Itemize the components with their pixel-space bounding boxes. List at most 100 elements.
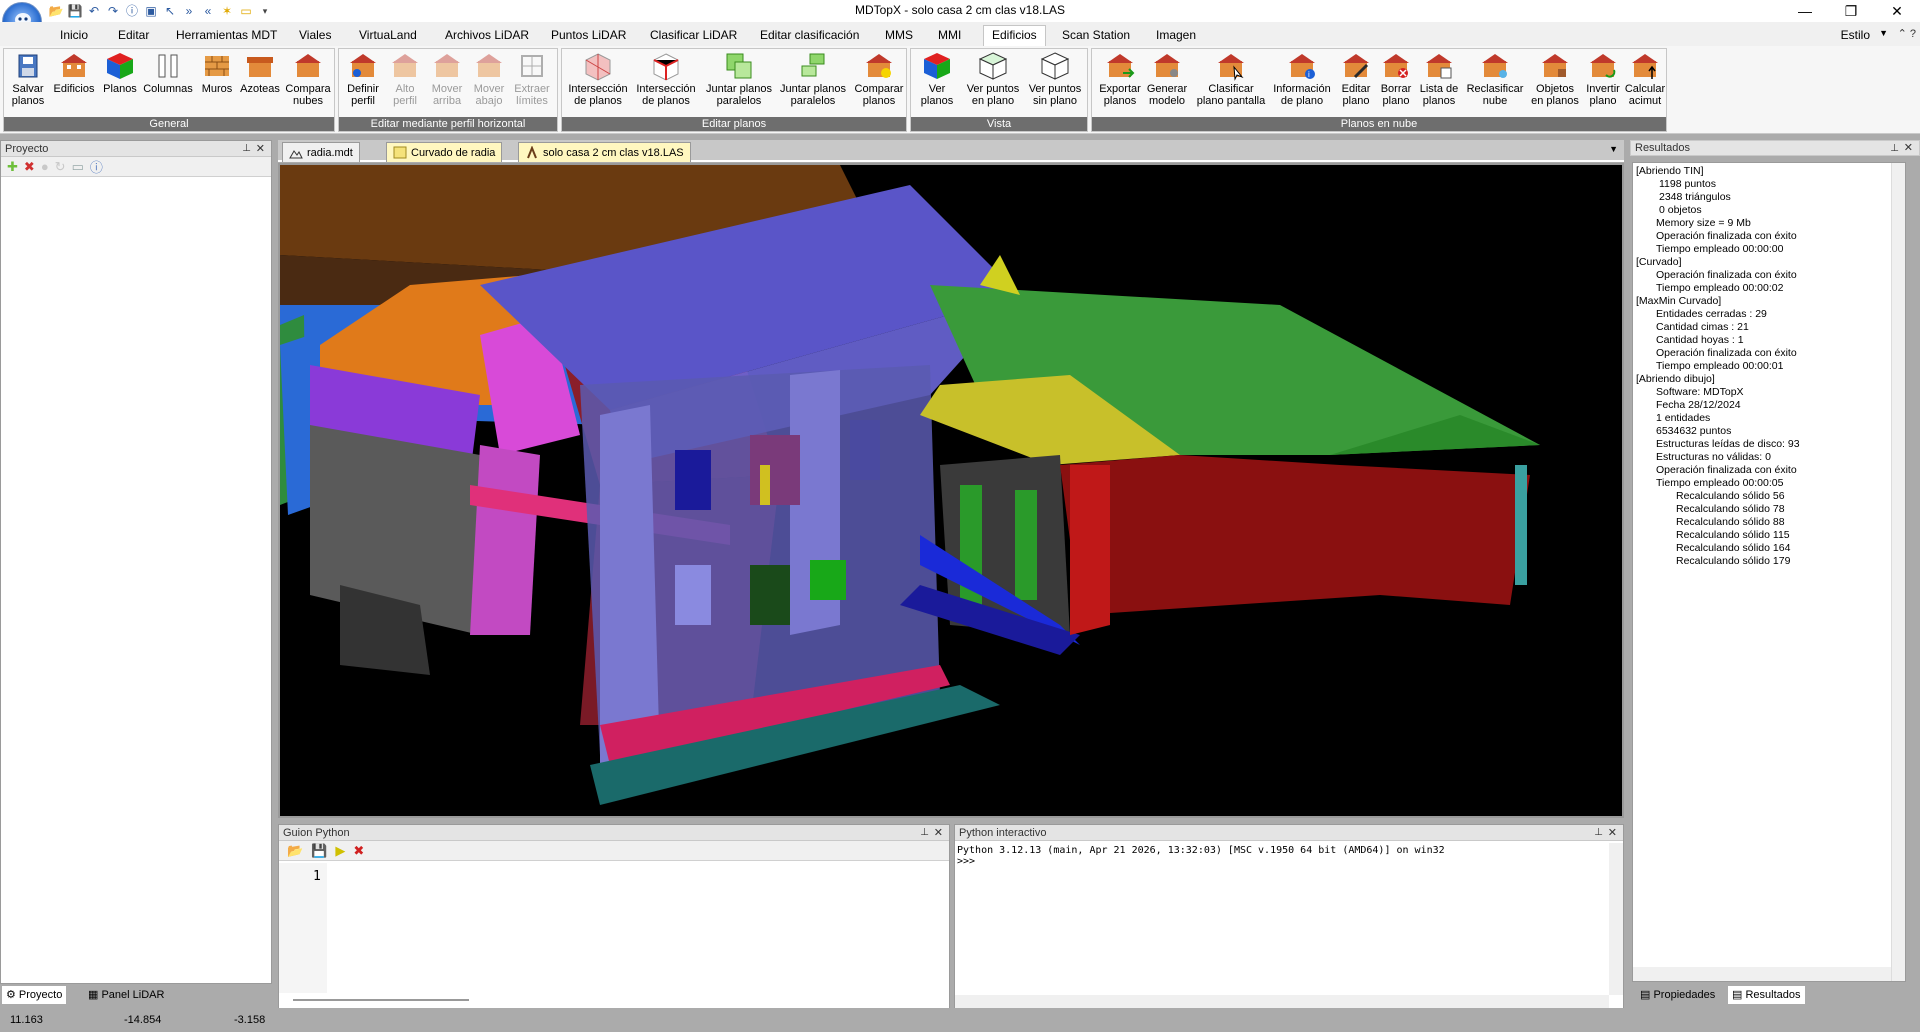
open-folder-icon[interactable]: 📂 <box>287 843 303 859</box>
horizontal-scrollbar[interactable] <box>1633 967 1891 981</box>
close-icon[interactable]: ✕ <box>1608 825 1617 841</box>
minimize-button[interactable]: — <box>1782 0 1828 22</box>
save-icon[interactable]: 💾 <box>311 843 327 859</box>
redo-icon[interactable]: ↷ <box>105 3 121 19</box>
open-icon[interactable]: 📂 <box>48 3 64 19</box>
lightbulb-icon[interactable]: ● <box>41 159 49 174</box>
run-icon[interactable]: ▶ <box>335 843 345 859</box>
camera-icon[interactable]: ▣ <box>143 3 159 19</box>
building-model-render <box>280 165 1622 816</box>
results-log[interactable]: [Abriendo TIN] 1198 puntos 2348 triángulos… <box>1632 162 1906 982</box>
reclasificar-nube-button[interactable]: Reclasificar nube <box>1462 51 1528 107</box>
definir-perfil-button[interactable]: Definir perfil <box>343 51 383 107</box>
tab-editar[interactable]: Editar <box>110 26 157 46</box>
columnas-button[interactable]: Columnas <box>142 51 194 95</box>
remove-icon[interactable]: ✖ <box>24 159 35 175</box>
salvar-planos-button[interactable]: Salvar planos <box>10 51 46 107</box>
python-console-output[interactable]: Python 3.12.13 (main, Apr 21 2026, 13:32… <box>957 845 1445 867</box>
close-icon[interactable]: ✕ <box>934 825 943 841</box>
tab-scan-station[interactable]: Scan Station <box>1054 26 1138 46</box>
alto-perfil-button[interactable]: Alto perfil <box>385 51 425 107</box>
add-icon[interactable]: ✚ <box>7 159 18 175</box>
mover-arriba-button[interactable]: Mover arriba <box>427 51 467 107</box>
invertir-plano-button[interactable]: Invertir plano <box>1582 51 1624 107</box>
maximize-button[interactable]: ❐ <box>1828 0 1874 22</box>
editar-plano-button[interactable]: Editar plano <box>1336 51 1376 107</box>
juntar-planos-paralelos-button-1[interactable]: Juntar planos paralelos <box>702 51 776 107</box>
juntar-planos-paralelos-button-2[interactable]: Juntar planos paralelos <box>776 51 850 107</box>
back-icon[interactable]: « <box>200 3 216 19</box>
close-icon[interactable]: ✕ <box>256 141 265 157</box>
tab-puntos-lidar[interactable]: Puntos LiDAR <box>543 26 634 46</box>
stop-icon[interactable]: ✖ <box>353 843 364 859</box>
pointer-icon[interactable]: ↖ <box>162 3 178 19</box>
borrar-plano-button[interactable]: Borrar plano <box>1376 51 1416 107</box>
ver-puntos-en-plano-button[interactable]: Ver puntos en plano <box>963 51 1023 107</box>
tab-edificios[interactable]: Edificios <box>983 25 1046 46</box>
3d-viewport[interactable] <box>278 163 1624 818</box>
tab-list-chevron-icon[interactable]: ▼ <box>1609 144 1618 154</box>
mover-abajo-button[interactable]: Mover abajo <box>469 51 509 107</box>
help-icon[interactable]: ⌃ ? <box>1898 27 1916 40</box>
pin-icon[interactable]: ⊥ <box>1890 141 1899 156</box>
generar-modelo-button[interactable]: Generar modelo <box>1144 51 1190 107</box>
ver-puntos-sin-plano-button[interactable]: Ver puntos sin plano <box>1025 51 1085 107</box>
undo-icon[interactable]: ↶ <box>86 3 102 19</box>
edificios-button[interactable]: Edificios <box>52 51 96 95</box>
tab-propiedades[interactable]: ▤ Propiedades <box>1636 986 1719 1004</box>
vertical-scrollbar[interactable] <box>1891 163 1905 981</box>
tab-proyecto[interactable]: ⚙ Proyecto <box>2 986 67 1004</box>
clasificar-plano-pantalla-button[interactable]: Clasificar plano pantalla <box>1190 51 1272 107</box>
close-button[interactable]: ✕ <box>1874 0 1920 22</box>
horizontal-scrollbar[interactable] <box>955 995 1609 1009</box>
tab-viales[interactable]: Viales <box>291 26 339 46</box>
python-interactive-panel[interactable]: Python interactivo ⊥ ✕ Python 3.12.13 (m… <box>954 824 1624 1010</box>
note-icon[interactable]: ▭ <box>238 3 254 19</box>
window-controls: — ❐ ✕ <box>1782 0 1920 22</box>
doc-tab-curvado[interactable]: Curvado de radia <box>386 142 503 162</box>
tab-panel-lidar[interactable]: ▦ Panel LiDAR <box>84 986 168 1004</box>
tab-mmi[interactable]: MMI <box>930 26 969 46</box>
interseccion-planos-button-2[interactable]: Intersección de planos <box>632 51 700 107</box>
tab-editar-clasificacion[interactable]: Editar clasificación <box>752 26 867 46</box>
exportar-planos-button[interactable]: Exportar planos <box>1096 51 1144 107</box>
tab-archivos-lidar[interactable]: Archivos LiDAR <box>437 26 537 46</box>
tab-virtualand[interactable]: VirtuaLand <box>351 26 425 46</box>
star-icon[interactable]: ✶ <box>219 3 235 19</box>
tab-inicio[interactable]: Inicio <box>52 26 96 46</box>
quick-access-toolbar: 📂 💾 ↶ ↷ ⓘ ▣ ↖ » « ✶ ▭ ▾ <box>46 2 273 20</box>
pin-icon[interactable]: ⊥ <box>920 825 929 841</box>
objetos-en-planos-button[interactable]: Objetos en planos <box>1528 51 1582 107</box>
ver-planos-button[interactable]: Ver planos <box>917 51 957 107</box>
informacion-de-plano-button[interactable]: i Información de plano <box>1268 51 1336 107</box>
info-icon[interactable]: ⓘ <box>124 3 140 19</box>
tab-herramientas-mdt[interactable]: Herramientas MDT <box>168 26 285 46</box>
muros-button[interactable]: Muros <box>198 51 236 95</box>
interseccion-planos-button-1[interactable]: Intersección de planos <box>566 51 630 107</box>
comparar-planos-button[interactable]: Comparar planos <box>852 51 906 107</box>
tab-clasificar-lidar[interactable]: Clasificar LiDAR <box>642 26 745 46</box>
info-icon[interactable]: ⓘ <box>90 157 103 176</box>
doc-tab-radia[interactable]: radia.mdt <box>282 142 360 162</box>
save-icon[interactable]: 💾 <box>67 3 83 19</box>
close-icon[interactable]: ✕ <box>1904 141 1913 156</box>
extraer-limites-button[interactable]: Extraer límites <box>511 51 553 107</box>
azoteas-button[interactable]: Azoteas <box>238 51 282 95</box>
forward-icon[interactable]: » <box>181 3 197 19</box>
pin-icon[interactable]: ⊥ <box>1594 825 1603 841</box>
customize-qat-icon[interactable]: ▾ <box>257 3 273 19</box>
doc-tab-las[interactable]: solo casa 2 cm clas v18.LAS <box>518 142 691 162</box>
pin-icon[interactable]: ⊥ <box>242 141 251 157</box>
compara-nubes-button[interactable]: Compara nubes <box>284 51 332 107</box>
window-icon[interactable]: ▭ <box>72 159 84 175</box>
lista-de-planos-button[interactable]: Lista de planos <box>1416 51 1462 107</box>
tab-resultados[interactable]: ▤ Resultados <box>1728 986 1805 1004</box>
vertical-scrollbar[interactable] <box>1609 843 1623 995</box>
calcular-acimut-button[interactable]: Calcular acimut <box>1624 51 1666 107</box>
horizontal-scrollbar[interactable] <box>293 999 469 1001</box>
tab-mms[interactable]: MMS <box>877 26 921 46</box>
refresh-icon[interactable]: ↻ <box>55 159 66 175</box>
style-menu[interactable]: Estilo <box>1841 28 1870 42</box>
tab-imagen[interactable]: Imagen <box>1148 26 1204 46</box>
planos-button[interactable]: Planos <box>102 51 138 95</box>
